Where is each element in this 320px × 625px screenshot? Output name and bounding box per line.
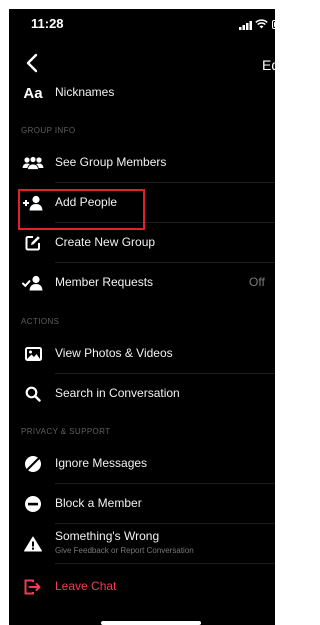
battery-icon [272, 20, 275, 29]
row-leave-chat[interactable]: Leave Chat [9, 567, 275, 607]
row-label: See Group Members [55, 155, 167, 169]
row-nicknames[interactable]: Aa Nicknames › [9, 73, 275, 113]
leave-chat-icon [21, 576, 45, 598]
group-members-icon [21, 152, 45, 174]
status-bar: 11:28 [9, 9, 275, 43]
divider [55, 563, 275, 564]
block-icon [21, 493, 45, 515]
member-requests-value: Off [249, 275, 265, 289]
row-label: Ignore Messages [55, 456, 148, 470]
row-label: Member Requests [55, 275, 154, 289]
row-somethings-wrong[interactable]: Something's Wrong Give Feedback or Repor… [9, 524, 275, 564]
warning-icon [21, 533, 45, 555]
row-view-photos[interactable]: View Photos & Videos › [9, 334, 275, 374]
wifi-icon [255, 19, 268, 29]
row-search-conversation[interactable]: Search in Conversation [9, 374, 275, 414]
edit-button[interactable]: Edit [262, 57, 275, 73]
search-icon [21, 383, 45, 405]
section-header-group-info: GROUP INFO [21, 126, 76, 135]
row-label: Something's Wrong [55, 529, 160, 543]
row-label: Create New Group [55, 235, 156, 249]
row-label: Leave Chat [55, 579, 117, 593]
text-aa-icon: Aa [23, 84, 43, 102]
cellular-signal-icon [239, 21, 252, 30]
row-member-requests[interactable]: Member Requests Off › [9, 263, 275, 303]
row-see-group-members[interactable]: See Group Members › [9, 143, 275, 183]
back-chevron-icon[interactable] [23, 51, 43, 75]
row-label: Block a Member [55, 496, 142, 510]
compose-icon [21, 232, 45, 254]
ignore-messages-icon [21, 453, 45, 475]
status-time: 11:28 [31, 16, 64, 31]
section-header-privacy-support: PRIVACY & SUPPORT [21, 427, 111, 436]
home-indicator [101, 621, 201, 625]
row-create-new-group[interactable]: Create New Group [9, 223, 275, 263]
row-sublabel: Give Feedback or Report Conversation [55, 546, 194, 555]
section-header-actions: ACTIONS [21, 317, 60, 326]
row-ignore-messages[interactable]: Ignore Messages [9, 444, 275, 484]
photo-icon [21, 343, 45, 365]
phone-screen: 11:28 Edit Aa Nicknames › GROUP INFO [9, 9, 275, 625]
row-label: Search in Conversation [55, 386, 180, 400]
row-label: Nicknames [55, 85, 115, 99]
row-block-member[interactable]: Block a Member › [9, 484, 275, 524]
person-check-icon [21, 272, 45, 294]
row-label: View Photos & Videos [55, 346, 173, 360]
